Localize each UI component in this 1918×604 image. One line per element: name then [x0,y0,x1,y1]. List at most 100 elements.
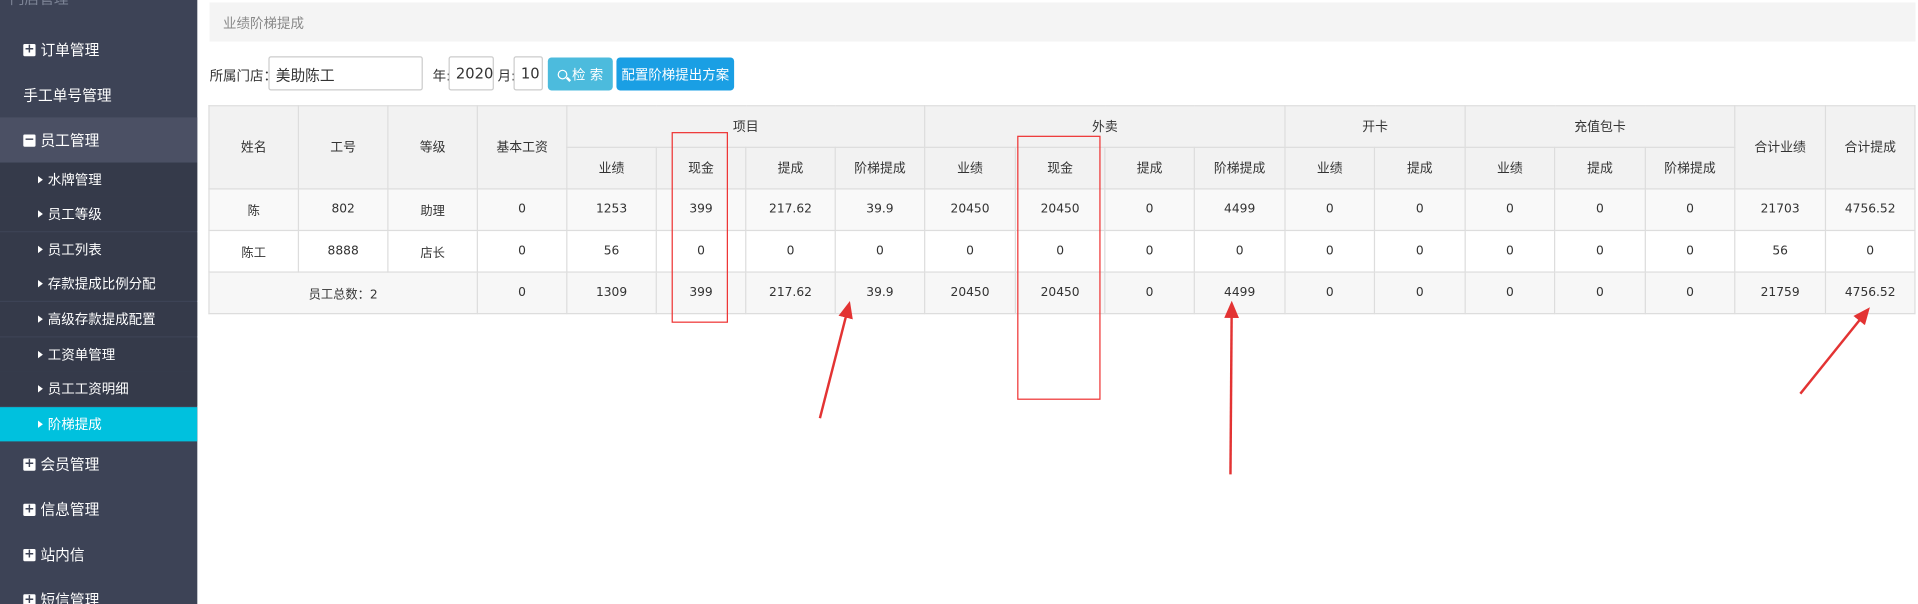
plus-icon: + [23,592,36,604]
caret-right-icon [37,245,43,254]
table-cell: 0 [1464,271,1556,315]
sidebar-sub-label: 存款提成比例分配 [47,276,156,293]
cell-id: 8888 [297,229,389,273]
sidebar-sub-item-salary-detail[interactable]: 员工工资明细 [0,371,198,406]
sidebar-sub-label: 高级存款提成配置 [47,311,156,328]
col-header-level: 等级 [387,105,478,190]
cell-id: 802 [297,188,389,232]
sidebar-item-members[interactable]: + 会员管理 [0,441,197,486]
table-cell: 4499 [1193,188,1286,232]
sidebar-sub-item-payroll[interactable]: 工资单管理 [0,337,198,372]
sub-header: 阶梯提成 [1644,146,1736,190]
minus-icon: − [23,132,36,147]
sidebar-sub-item-advanced-deposit[interactable]: 高级存款提成配置 [0,301,198,337]
col-group-takeout: 外卖 [924,105,1286,148]
sidebar-sub-item-tiered-commission[interactable]: 阶梯提成 [0,407,198,442]
cell-base: 0 [476,229,568,273]
arrow-to-project-tier-commission [818,301,853,419]
sidebar-sub-label: 工资单管理 [47,347,116,364]
caret-right-icon [37,279,43,288]
table-cell: 0 [1373,188,1466,232]
plus-icon: + [23,42,36,56]
search-button-label: 检 索 [572,66,604,83]
sidebar-item-label: 站内信 [40,546,85,564]
table-cell: 0 [1373,271,1466,315]
table-cell: 1309 [566,271,657,315]
cell-total-comm: 4756.52 [1824,188,1916,232]
caret-right-icon [37,210,43,218]
config-tier-plan-button[interactable]: 配置阶梯提出方案 [616,57,735,91]
sidebar-item-sms[interactable]: + 短信管理 [0,577,197,604]
plus-icon: + [23,456,36,471]
sidebar-item-label: 会员管理 [40,456,100,474]
table-cell: 39.9 [834,271,926,315]
table-cell: 0 [1464,188,1556,232]
col-header-total-perf: 合计业绩 [1734,105,1827,190]
plus-icon: + [23,501,36,516]
table-cell: 0 [1373,229,1466,273]
sidebar-sub-item-staff-level[interactable]: 员工等级 [0,196,198,232]
sidebar-item-info[interactable]: + 信息管理 [0,487,197,532]
table-cell: 0 [834,229,926,273]
arrow-to-total-commission [1799,307,1870,395]
cell-name: 陈 [208,188,300,232]
table-cell: 0 [1644,271,1736,315]
table-cell: 217.62 [745,188,836,232]
table-cell: 39.9 [834,188,926,232]
sidebar-item-inbox[interactable]: + 站内信 [0,532,197,577]
cell-total-perf: 56 [1734,229,1827,273]
table-cell: 4499 [1193,271,1286,315]
col-group-card: 开卡 [1284,105,1466,148]
arrow-to-takeout-tier-commission [1224,300,1239,475]
sidebar-sub-item-water-board[interactable]: 水牌管理 [0,162,198,197]
sub-header: 业绩 [1284,146,1376,190]
caret-right-icon [37,176,43,184]
sidebar-item-manual-orders[interactable]: 手工单号管理 [0,72,197,117]
table-cell: 0 [1644,229,1736,273]
table-cell: 0 [924,229,1016,273]
col-header-total-comm: 合计提成 [1824,105,1916,190]
sidebar-item-orders[interactable]: + 订单管理 [0,27,197,72]
table-cell: 0 [1644,188,1736,232]
sidebar-item-label: 手工单号管理 [23,86,112,104]
sidebar-item-label: 订单管理 [40,41,100,59]
sub-header: 提成 [1104,146,1195,190]
table-cell: 0 [1284,271,1376,315]
cell-total-perf: 21759 [1734,271,1827,315]
table-cell: 0 [1464,229,1556,273]
highlight-box-takeout-cash [1017,135,1101,400]
month-input[interactable]: 10 [513,56,543,91]
cell-name: 陈工 [208,229,300,273]
sidebar-item-label: 信息管理 [40,501,100,519]
highlight-box-project-cash [671,132,728,323]
sidebar-item-staff[interactable]: − 员工管理 [0,117,198,163]
sidebar-item-label: 短信管理 [40,591,100,604]
cell-total-perf: 21703 [1734,188,1827,232]
search-button[interactable]: 检 索 [547,57,613,91]
table-cell: 0 [1104,229,1195,273]
table-cell: 0 [745,229,836,273]
caret-right-icon [37,315,43,323]
sidebar-sub-item-deposit-ratio[interactable]: 存款提成比例分配 [0,266,198,301]
table-cell: 20450 [924,271,1016,315]
col-group-recharge: 充值包卡 [1464,105,1736,148]
sidebar-sub-label: 阶梯提成 [47,416,102,433]
cell-staff-count: 员工总数：2 [208,271,478,315]
caret-right-icon [37,385,43,393]
sub-header: 阶梯提成 [834,146,926,190]
table-cell: 217.62 [745,271,836,315]
year-input[interactable]: 2020 [448,56,494,91]
cell-total-comm: 0 [1824,229,1916,273]
col-header-name: 姓名 [208,105,300,190]
col-header-id: 工号 [297,105,389,190]
breadcrumb: 业绩阶梯提成 [209,2,1916,42]
plus-icon: + [23,547,36,561]
sidebar-sub-label: 水牌管理 [47,172,102,189]
table-cell: 20450 [924,188,1016,232]
cell-level: 助理 [387,188,478,232]
sidebar-sub-item-staff-list[interactable]: 员工列表 [0,232,198,267]
store-input[interactable]: 美助陈工 [268,56,423,91]
cell-base: 0 [476,271,568,315]
sidebar-sub-label: 员工工资明细 [47,381,129,398]
table-cell: 0 [1193,229,1286,273]
